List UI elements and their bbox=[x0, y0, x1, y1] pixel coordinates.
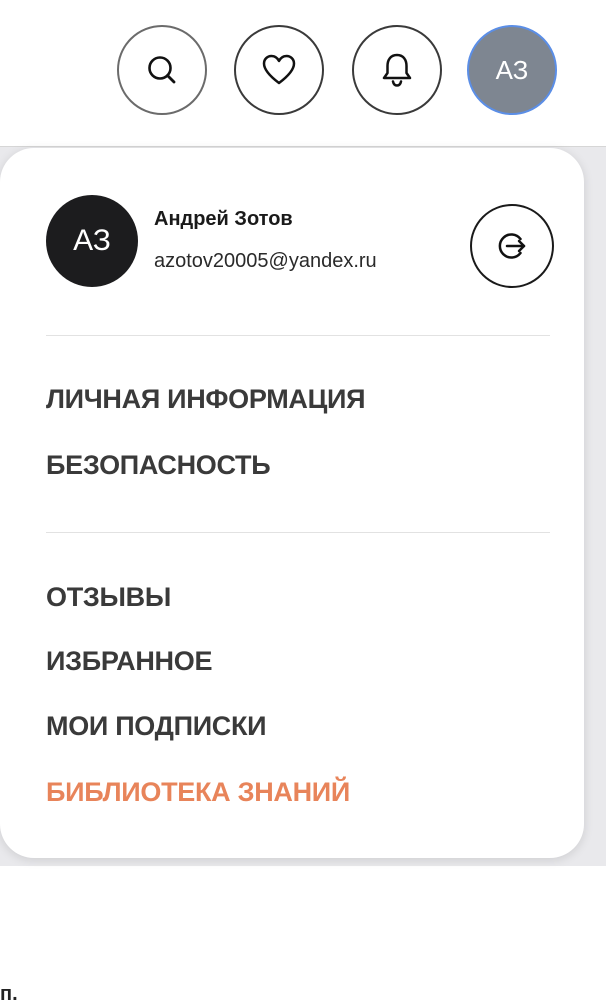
menu-item-personal-info[interactable]: ЛИЧНАЯ ИНФОРМАЦИЯ bbox=[46, 384, 366, 415]
menu-divider bbox=[46, 335, 550, 336]
search-button[interactable] bbox=[117, 25, 207, 115]
menu-item-knowledge-library[interactable]: БИБЛИОТЕКА ЗНАНИЙ bbox=[46, 777, 350, 808]
favorites-button[interactable] bbox=[234, 25, 324, 115]
logout-icon bbox=[498, 233, 526, 259]
top-bar: АЗ bbox=[0, 0, 606, 147]
logout-button[interactable] bbox=[470, 204, 554, 288]
profile-dropdown-menu: АЗ Андрей Зотов azotov20005@yandex.ru ЛИ… bbox=[0, 148, 584, 858]
menu-item-favorites[interactable]: ИЗБРАННОЕ bbox=[46, 646, 212, 677]
background-text-fragment: п. bbox=[0, 983, 18, 1005]
user-name: Андрей Зотов bbox=[154, 208, 293, 230]
profile-avatar: АЗ bbox=[46, 195, 138, 287]
menu-divider bbox=[46, 532, 550, 533]
menu-item-subscriptions[interactable]: МОИ ПОДПИСКИ bbox=[46, 711, 267, 742]
heart-icon bbox=[262, 54, 296, 85]
notifications-button[interactable] bbox=[352, 25, 442, 115]
search-icon bbox=[148, 56, 176, 84]
profile-avatar-initials: АЗ bbox=[73, 224, 111, 257]
bell-icon bbox=[382, 53, 412, 87]
avatar-initials: АЗ bbox=[495, 54, 529, 85]
user-email: azotov20005@yandex.ru bbox=[154, 250, 377, 272]
user-avatar-button[interactable]: АЗ bbox=[467, 25, 557, 115]
menu-item-reviews[interactable]: ОТЗЫВЫ bbox=[46, 582, 171, 613]
menu-item-security[interactable]: БЕЗОПАСНОСТЬ bbox=[46, 450, 271, 481]
